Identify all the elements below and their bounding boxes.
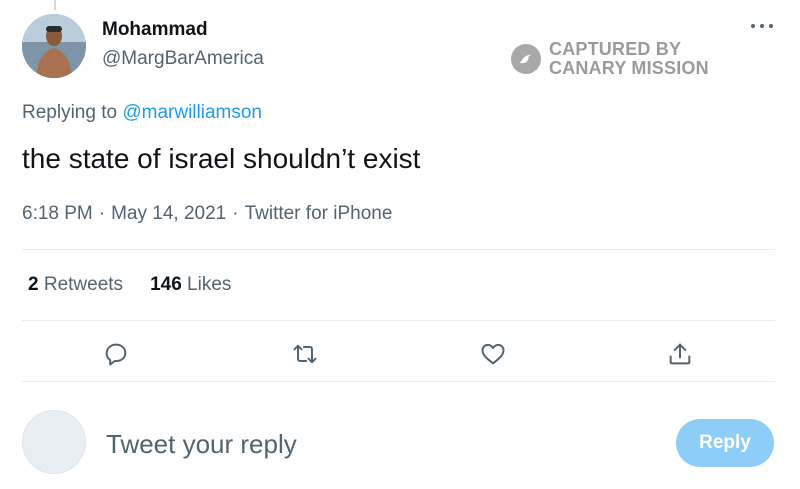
likes-count: 146 (150, 274, 182, 295)
replying-to-prefix: Replying to (22, 102, 118, 123)
retweet-icon[interactable] (287, 336, 323, 372)
watermark-line2: CANARY MISSION (549, 58, 709, 78)
meta-separator: · (232, 203, 239, 224)
canary-bird-icon (511, 44, 541, 74)
share-icon[interactable] (662, 336, 698, 372)
tweet-time[interactable]: 6:18 PM (22, 203, 93, 225)
avatar-photo (22, 14, 86, 78)
likes-label: Likes (187, 274, 232, 295)
tweet-metadata: 6:18 PM · May 14, 2021 · Twitter for iPh… (22, 203, 392, 225)
current-user-avatar (22, 410, 86, 474)
retweets-label: Retweets (43, 274, 124, 295)
watermark-line1: CAPTURED BY (549, 39, 682, 59)
replying-to: Replying to @marwilliamson (22, 102, 262, 124)
author-handle[interactable]: @MargBarAmerica (102, 48, 264, 70)
reply-mention-link[interactable]: @marwilliamson (122, 102, 262, 123)
more-dot (769, 24, 773, 28)
reply-input[interactable] (104, 426, 648, 462)
tweet-text: the state of israel shouldn’t exist (22, 143, 421, 174)
divider (22, 381, 775, 382)
tweet-stats: 2 Retweets 146 Likes (28, 274, 231, 296)
tweet-source[interactable]: Twitter for iPhone (245, 203, 393, 225)
reply-button[interactable]: Reply (676, 419, 774, 467)
meta-separator: · (98, 203, 106, 224)
reply-icon[interactable] (98, 336, 134, 372)
author-display-name[interactable]: Mohammad (102, 19, 208, 41)
more-dot (751, 24, 755, 28)
likes-stat[interactable]: 146 Likes (150, 274, 231, 296)
tweet-actions (0, 336, 800, 372)
more-dot (760, 24, 764, 28)
thread-connector-line (54, 0, 56, 10)
tweet-date[interactable]: May 14, 2021 (111, 203, 226, 225)
retweets-stat[interactable]: 2 Retweets (28, 274, 123, 296)
divider (22, 320, 775, 321)
watermark-text: CAPTURED BY CANARY MISSION (549, 40, 709, 78)
watermark: CAPTURED BY CANARY MISSION (511, 40, 709, 78)
author-avatar[interactable] (22, 14, 86, 78)
like-icon[interactable] (475, 336, 511, 372)
more-options-icon[interactable] (751, 20, 773, 32)
retweets-count: 2 (28, 274, 39, 295)
divider (22, 249, 775, 250)
